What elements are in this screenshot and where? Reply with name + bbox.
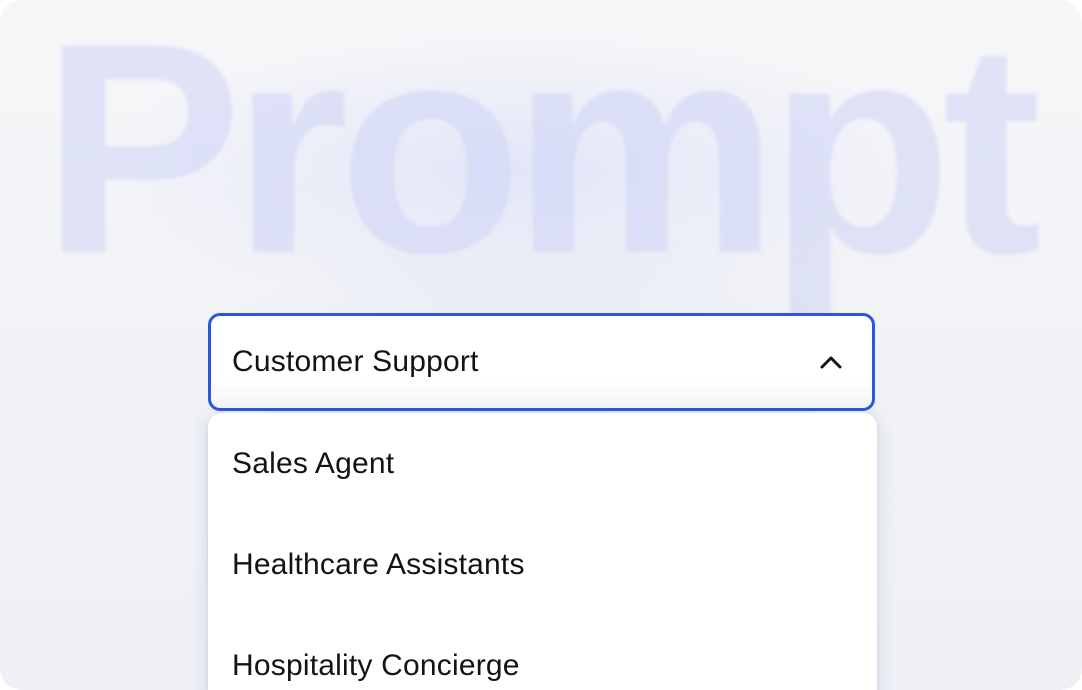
dropdown-option-hospitality-concierge[interactable]: Hospitality Concierge <box>208 615 877 690</box>
role-select[interactable]: Customer Support <box>208 313 875 411</box>
dropdown-option-sales-agent[interactable]: Sales Agent <box>208 413 877 514</box>
chevron-up-icon[interactable] <box>818 349 844 375</box>
canvas: Prompt Customer Support Sales Agent Heal… <box>0 0 1082 690</box>
select-value: Customer Support <box>232 345 479 378</box>
dropdown-option-healthcare-assistants[interactable]: Healthcare Assistants <box>208 514 877 615</box>
background-watermark-text: Prompt <box>42 0 1042 316</box>
dropdown-menu: Sales Agent Healthcare Assistants Hospit… <box>208 413 877 690</box>
